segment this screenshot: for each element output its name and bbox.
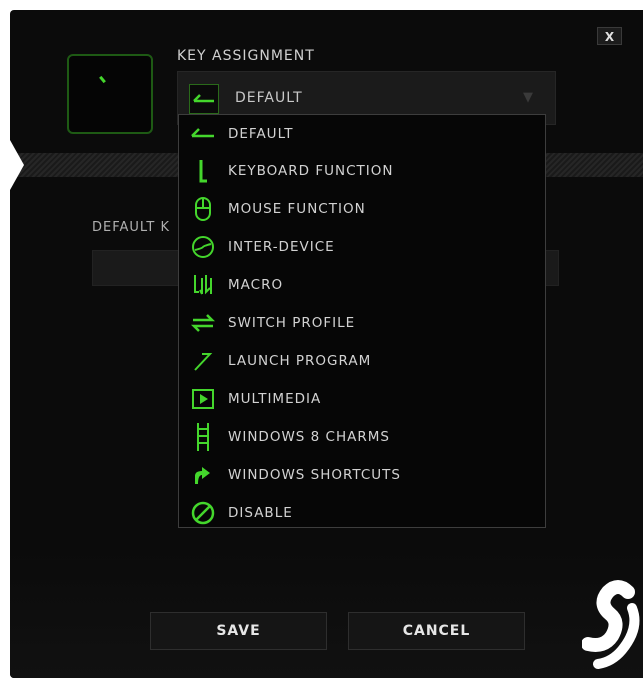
menu-item-label: LAUNCH PROGRAM [228,353,372,369]
windows-shortcuts-icon [188,460,218,490]
menu-item-windows-8-charms[interactable]: WINDOWS 8 CHARMS [179,418,545,456]
keyboard-function-icon [188,156,218,186]
selected-key-preview [67,54,153,134]
side-notch [10,140,24,190]
menu-item-label: MULTIMEDIA [228,391,322,407]
cancel-button[interactable]: CANCEL [348,612,525,650]
menu-item-label: WINDOWS SHORTCUTS [228,467,401,483]
windows-charms-icon [188,422,218,452]
menu-item-disable[interactable]: DISABLE [179,494,545,532]
menu-item-label: MACRO [228,277,284,293]
menu-item-label: WINDOWS 8 CHARMS [228,429,390,445]
menu-item-keyboard-function[interactable]: KEYBOARD FUNCTION [179,152,545,190]
menu-item-mouse-function[interactable]: MOUSE FUNCTION [179,190,545,228]
menu-item-multimedia[interactable]: MULTIMEDIA [179,380,545,418]
close-button[interactable]: X [597,27,622,45]
menu-item-launch-program[interactable]: LAUNCH PROGRAM [179,342,545,380]
mouse-icon [188,194,218,224]
menu-item-label: DEFAULT [228,126,294,142]
switch-profile-icon [188,308,218,338]
disable-icon [188,498,218,528]
menu-item-label: KEYBOARD FUNCTION [228,163,394,179]
menu-item-label: SWITCH PROFILE [228,315,356,331]
menu-item-label: INTER-DEVICE [228,239,335,255]
menu-item-macro[interactable]: MACRO [179,266,545,304]
inter-device-icon [188,232,218,262]
default-key-label: DEFAULT K [92,220,170,235]
save-button[interactable]: SAVE [150,612,327,650]
triangle-down-icon: ▼ [523,90,533,105]
default-arrow-icon [188,119,218,149]
watermark-logo-icon [582,580,640,669]
menu-item-inter-device[interactable]: INTER-DEVICE [179,228,545,266]
key-assignment-title: KEY ASSIGNMENT [177,48,315,64]
macro-icon [188,270,218,300]
menu-item-label: DISABLE [228,505,293,521]
multimedia-icon [188,384,218,414]
assignment-dropdown-menu: DEFAULT KEYBOARD FUNCTION MOUSE FUNCTION… [178,114,546,528]
key-assignment-dialog: X KEY ASSIGNMENT DEFAULT ▼ DEFAULT K DEF… [10,10,643,678]
menu-item-windows-shortcuts[interactable]: WINDOWS SHORTCUTS [179,456,545,494]
default-arrow-icon [189,84,219,114]
menu-item-switch-profile[interactable]: SWITCH PROFILE [179,304,545,342]
selected-assignment-label: DEFAULT [235,90,303,106]
menu-item-default[interactable]: DEFAULT [179,115,545,153]
launch-program-icon [188,346,218,376]
menu-item-label: MOUSE FUNCTION [228,201,366,217]
key-indicator-icon [99,75,106,84]
